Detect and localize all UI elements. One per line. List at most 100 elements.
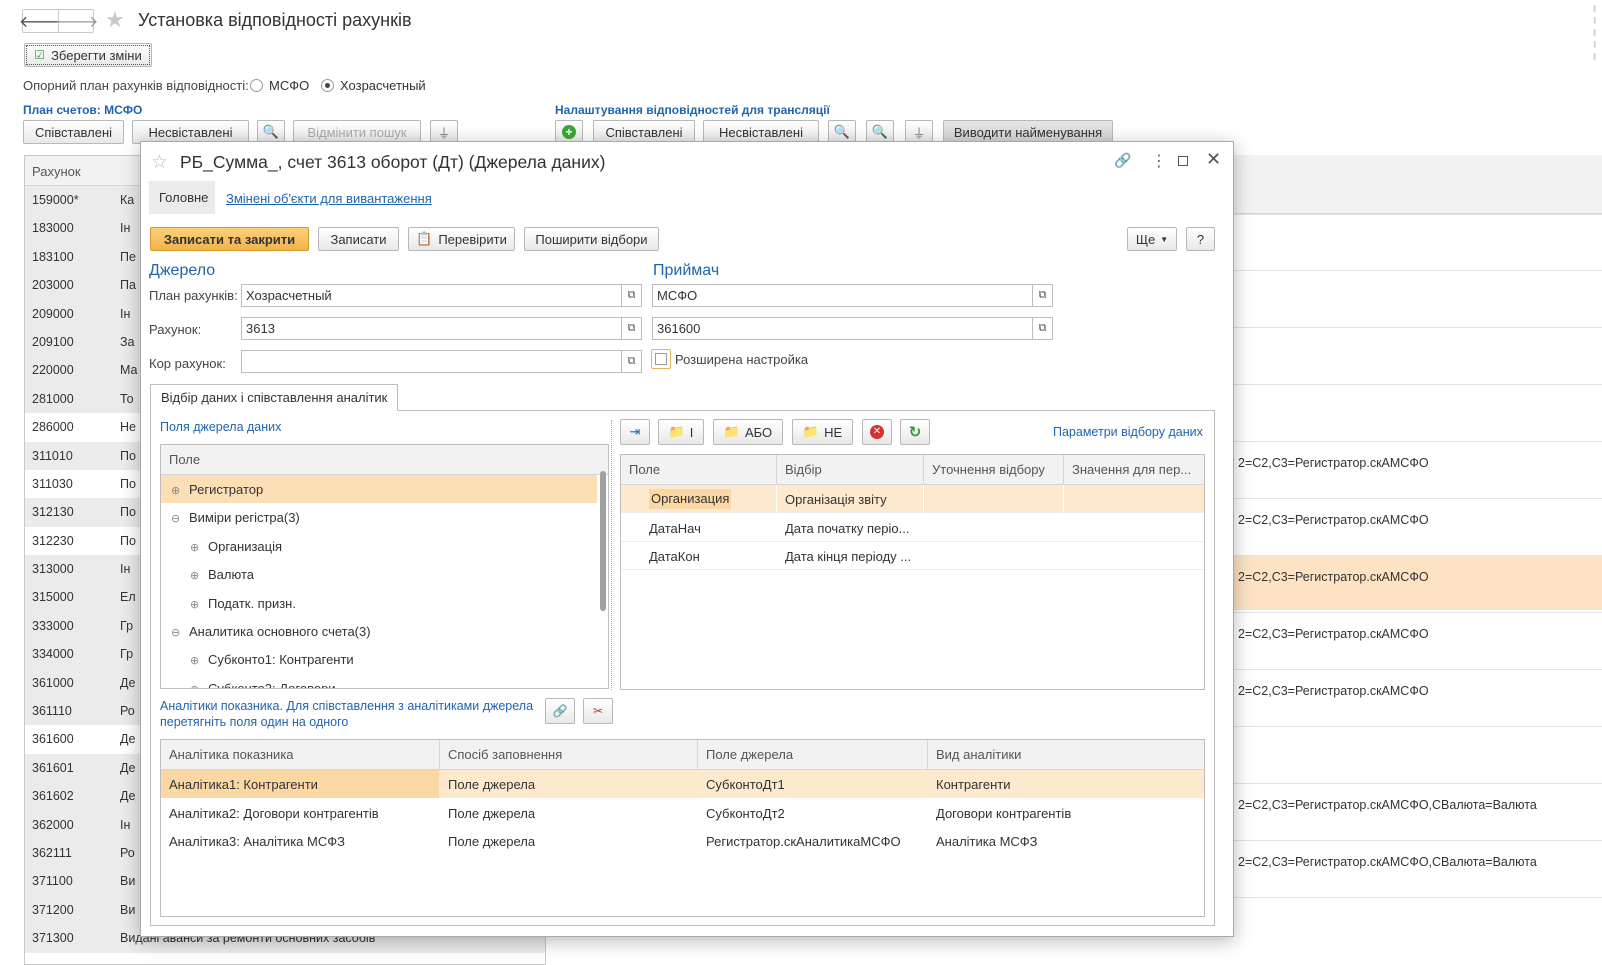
collapse-icon[interactable]: ⊖	[171, 512, 185, 525]
save-changes-label: Зберегти зміни	[51, 47, 142, 63]
rcv-plan-field[interactable]: МСФО	[652, 284, 1033, 307]
account-code: 203000	[32, 278, 74, 293]
open-icon[interactable]: ⧉	[622, 317, 642, 340]
account-name: По	[120, 533, 136, 548]
analytics-row[interactable]: Аналітика2: Договори контрагентів Поле дж…	[161, 799, 1204, 827]
open-icon[interactable]: ⧉	[622, 284, 642, 307]
tree-node-label: Субконто2: Договори	[208, 680, 336, 689]
source-fields-link[interactable]: Поля джерела даних	[160, 420, 281, 434]
refresh-button[interactable]: ↻	[900, 419, 930, 445]
expand-icon[interactable]: ⊕	[190, 683, 204, 688]
open-icon[interactable]: ⧉	[1033, 317, 1053, 340]
extended-setting-label: Розширена настройка	[675, 352, 809, 367]
account-name: Де	[120, 675, 136, 690]
account-name: Де	[120, 789, 136, 804]
not-group-button[interactable]: 📁 НЕ	[792, 419, 853, 445]
unlink-fields-button[interactable]: ✂	[583, 698, 613, 724]
tab-changed-objects[interactable]: Змінені об'єкти для вивантаження	[226, 191, 432, 206]
analytics-hint: Аналітики показника. Для співставлення з…	[160, 699, 534, 729]
help-button[interactable]: ?	[1186, 227, 1215, 251]
link-icon[interactable]: 🔗	[1114, 152, 1131, 169]
forward-icon[interactable]: 🡒	[56, 10, 99, 32]
close-icon[interactable]: ✕	[1206, 149, 1221, 170]
reference-plan-label: Опорний план рахунків відповідності:	[23, 78, 249, 93]
account-name: Де	[120, 732, 136, 747]
tree-node[interactable]: ⊖ Аналитика основного счета(3)	[161, 617, 597, 645]
filter-row[interactable]: Организация Організація звіту	[621, 485, 1204, 513]
account-code: 361601	[32, 760, 74, 775]
and-group-button[interactable]: 📁 І	[658, 419, 704, 445]
src-plan-label: План рахунків:	[149, 288, 238, 303]
more-actions-icon[interactable]: ⋮	[1151, 151, 1167, 171]
expand-icon[interactable]: ⊕	[190, 541, 204, 554]
tree-node[interactable]: ⊕ Субконто1: Контрагенти	[161, 645, 597, 673]
corr-account-field[interactable]	[241, 350, 622, 373]
tree-node[interactable]: ⊕ Регистратор	[161, 475, 597, 503]
tree-node[interactable]: ⊖ Виміри регістра(3)	[161, 503, 597, 531]
filter-grid: Поле Відбір Уточнення відбору Значення д…	[620, 454, 1205, 690]
more-label: Ще	[1135, 231, 1156, 247]
expand-filters-button[interactable]: Поширити відбори	[524, 227, 659, 251]
tree-node[interactable]: ⊕ Субконто2: Договори	[161, 674, 597, 689]
account-name: Ін	[120, 221, 131, 236]
collapse-icon[interactable]: ⊖	[171, 626, 185, 639]
filter-params-link[interactable]: Параметри відбору даних	[1053, 425, 1203, 439]
rcv-account-field[interactable]: 361600	[652, 317, 1033, 340]
analytics-row[interactable]: Аналітика1: Контрагенти Поле джерела Субко…	[161, 770, 1204, 798]
analytics-cell: СубконтоДт1	[706, 777, 785, 792]
search-icon: 🔍	[262, 124, 280, 139]
filter-row[interactable]: ДатаНач Дата початку періо...	[621, 514, 1204, 542]
chevron-down-icon: ▼	[1160, 234, 1169, 244]
tree-header-label: Поле	[169, 452, 201, 467]
src-account-field[interactable]: 3613	[241, 317, 622, 340]
tree-node-label: Субконто1: Контрагенти	[208, 652, 354, 668]
move-icon: ⇥	[629, 424, 641, 439]
favorite-star-icon[interactable]: ★	[105, 7, 125, 33]
link-fields-button[interactable]: 🔗	[545, 698, 575, 724]
tab-main[interactable]: Головне	[149, 181, 215, 214]
maximize-icon[interactable]	[1178, 156, 1188, 166]
radio-hozrasch[interactable]: Хозрасчетный	[321, 78, 426, 93]
row-divider	[1234, 270, 1602, 271]
add-circle-icon: +	[562, 125, 576, 139]
tree-node[interactable]: ⊕ Податк. призн.	[161, 589, 597, 617]
dialog-star-icon[interactable]: ☆	[151, 151, 168, 174]
tree-node[interactable]: ⊕ Организація	[161, 532, 597, 560]
analytics-row[interactable]: Аналітика3: Аналітика МСФЗ Поле джерела Ре…	[161, 827, 1204, 855]
expand-icon[interactable]: ⊕	[171, 484, 185, 497]
check-button[interactable]: 📋 Перевірити	[408, 227, 515, 251]
tree-node[interactable]: ⊕ Валюта	[161, 560, 597, 588]
analytics-grid: Аналітика показника Спосіб заповнення По…	[160, 739, 1205, 917]
expand-icon[interactable]: ⊕	[190, 569, 204, 582]
open-icon[interactable]: ⧉	[1033, 284, 1053, 307]
account-name: Де	[120, 760, 136, 775]
expand-icon[interactable]: ⊕	[190, 654, 204, 667]
analytics-cell: Аналітика МСФЗ	[936, 834, 1038, 849]
subtab-filter-analytics[interactable]: Відбір даних і співставлення аналітик	[150, 384, 399, 411]
more-button[interactable]: Ще ▼	[1127, 227, 1177, 251]
src-plan-field[interactable]: Хозрасчетный	[241, 284, 622, 307]
open-icon[interactable]: ⧉	[622, 350, 642, 373]
account-code: 371200	[32, 902, 74, 917]
save-and-close-button[interactable]: Записати та закрити	[150, 227, 309, 251]
back-icon[interactable]: 🡐	[19, 10, 62, 32]
account-name: За	[120, 334, 135, 349]
scroll-thumb[interactable]	[600, 471, 606, 611]
radio-msfo[interactable]: МСФО	[250, 78, 309, 93]
save-changes-button[interactable]: ☑ Зберегти зміни	[24, 43, 152, 67]
account-name: Ма	[120, 363, 138, 378]
analytics-cell: Аналітика2: Договори контрагентів	[169, 805, 379, 821]
extended-setting-checkbox[interactable]	[651, 349, 671, 369]
row-divider	[1234, 840, 1602, 841]
delete-button[interactable]: ✕	[862, 419, 892, 445]
filter-cell: Дата початку періо...	[785, 520, 910, 536]
filter-move-button[interactable]: ⇥	[620, 419, 650, 445]
filter-row[interactable]: ДатаКон Дата кінця періоду ...	[621, 542, 1204, 570]
save-button[interactable]: Записати	[318, 227, 399, 251]
row-divider	[1234, 897, 1602, 898]
left-matched-button[interactable]: Співставлені	[23, 120, 124, 144]
tree-scrollbar[interactable]	[599, 467, 607, 685]
or-group-button[interactable]: 📁 АБО	[713, 419, 783, 445]
splitter[interactable]	[611, 420, 613, 690]
expand-icon[interactable]: ⊕	[190, 598, 204, 611]
